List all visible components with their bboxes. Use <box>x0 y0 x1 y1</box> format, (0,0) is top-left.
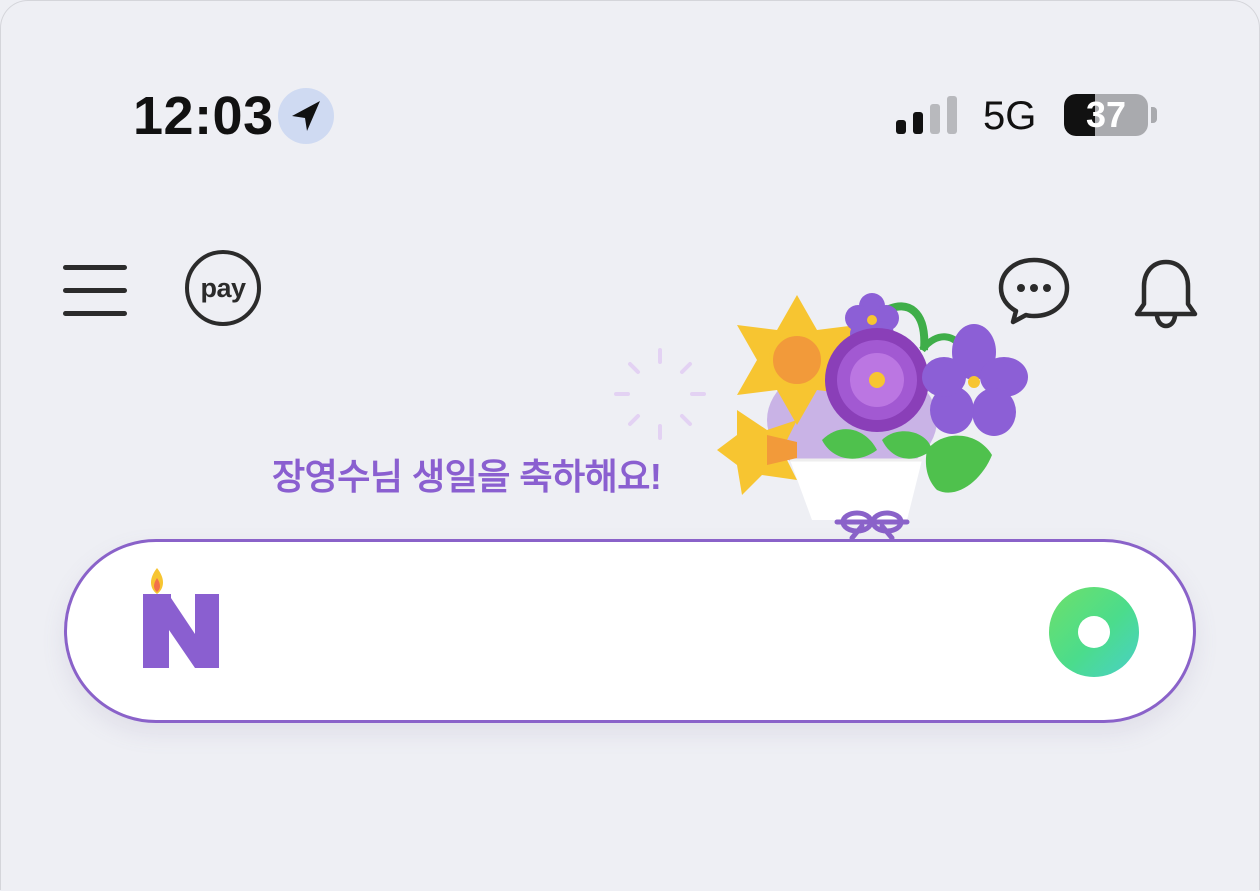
bell-icon <box>1134 259 1198 329</box>
hamburger-menu-icon <box>63 265 127 316</box>
hamburger-menu-button[interactable] <box>60 260 130 320</box>
birthday-greeting: 장영수님 생일을 축하해요! <box>272 456 662 497</box>
search-input[interactable] <box>257 582 1021 684</box>
search-bar[interactable] <box>64 539 1196 723</box>
pay-button[interactable]: pay <box>185 250 261 326</box>
battery-level: 37 <box>1085 94 1127 135</box>
flower-bouquet-illustration <box>717 293 1028 541</box>
cellular-signal-icon <box>896 96 957 134</box>
battery-tip <box>1151 107 1157 123</box>
battery-icon: 37 <box>1064 94 1148 136</box>
status-time: 12:03 <box>133 86 274 146</box>
sparkle-decoration <box>614 348 706 440</box>
network-type: 5G <box>983 94 1037 138</box>
notification-bell-button[interactable] <box>1130 254 1202 330</box>
green-search-button[interactable] <box>1049 587 1139 677</box>
naver-birthday-logo-icon <box>143 568 219 668</box>
location-arrow-icon <box>278 88 334 144</box>
pay-label: pay <box>200 272 246 303</box>
